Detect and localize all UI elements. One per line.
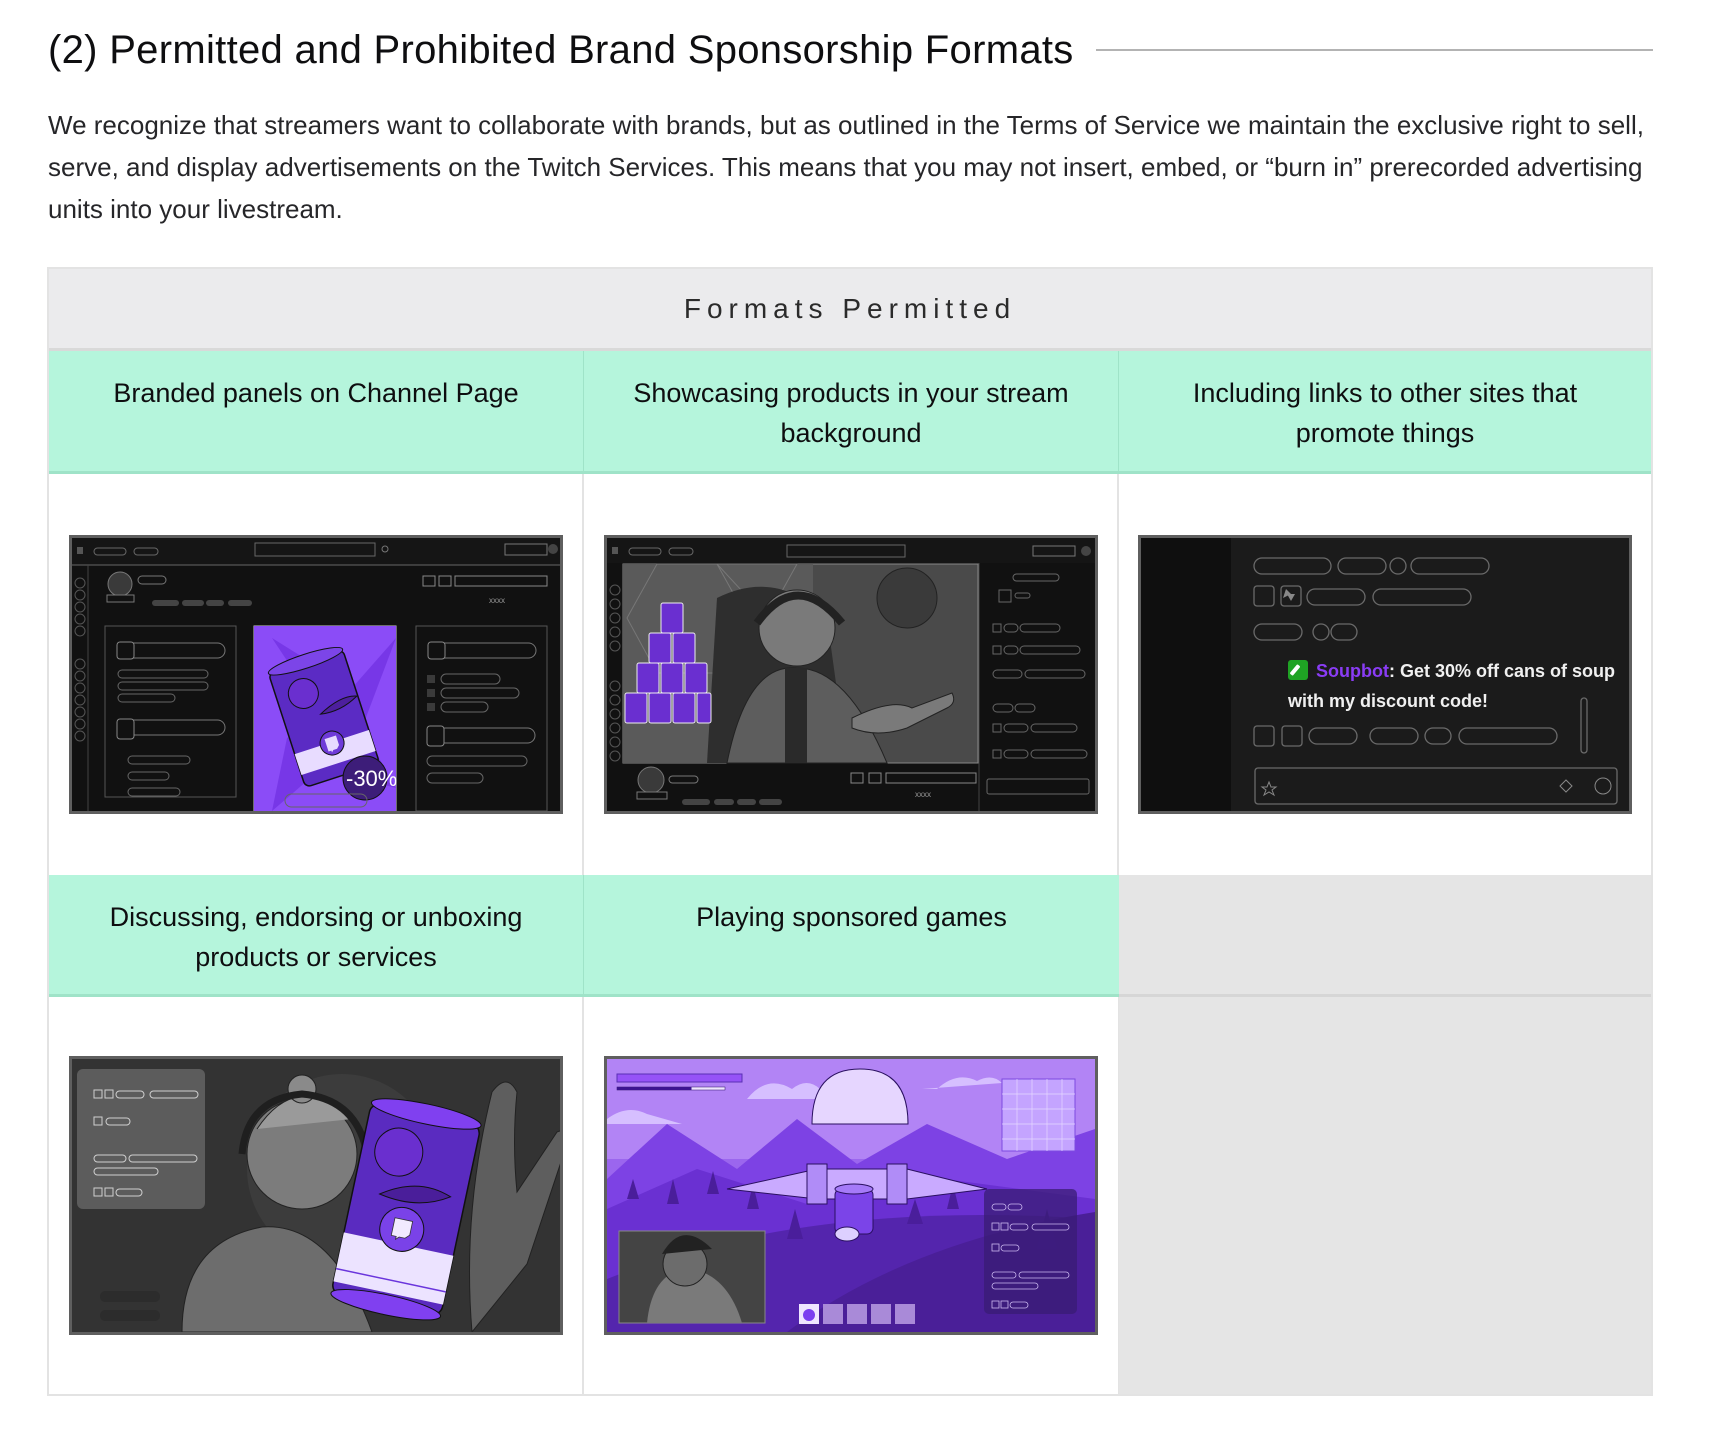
discount-badge: -30% — [346, 766, 397, 791]
heading-divider — [1095, 49, 1653, 51]
chat-message: Soupbot: Get 30% off cans of soup with m… — [1288, 656, 1628, 716]
format-header-including-links: Including links to other sites that prom… — [1119, 351, 1651, 474]
section-heading: (2) Permitted and Prohibited Brand Spons… — [48, 28, 1074, 72]
format-header-branded-panels: Branded panels on Channel Page — [49, 351, 584, 474]
format-label: Branded panels on Channel Page — [113, 378, 519, 408]
viewer-count: xxxx — [489, 596, 505, 605]
format-image-cell — [49, 997, 584, 1394]
format-label: Discussing, endorsing or unboxing produc… — [109, 902, 523, 972]
inventory-item-icon — [803, 1309, 815, 1321]
format-header-sponsored-games: Playing sponsored games — [584, 875, 1119, 997]
formats-permitted-table: Formats Permitted Branded panels on Chan… — [47, 267, 1653, 1396]
format-image-cell: Soupbot: Get 30% off cans of soup with m… — [1119, 474, 1651, 875]
health-bar-fill — [617, 1087, 692, 1090]
inventory-slot — [895, 1304, 915, 1324]
chat-separator: : — [1388, 661, 1400, 681]
sponsored-game-illustration — [604, 1056, 1098, 1335]
channel-page-illustration: xxxx -30% — [68, 535, 563, 814]
format-image-cell: xxxx — [584, 474, 1119, 875]
intro-paragraph: We recognize that streamers want to coll… — [48, 110, 1644, 224]
format-header-discussing-products: Discussing, endorsing or unboxing produc… — [49, 875, 584, 997]
unboxing-illustration — [68, 1056, 563, 1335]
stream-background-illustration: xxxx — [603, 535, 1098, 814]
moderator-badge-icon — [1288, 660, 1308, 680]
viewer-count: xxxx — [915, 790, 931, 799]
format-image-cell — [584, 997, 1119, 1394]
empty-image-cell — [1119, 997, 1651, 1394]
table-caption: Formats Permitted — [49, 269, 1651, 351]
empty-header-cell — [1119, 875, 1651, 997]
chat-link-illustration: Soupbot: Get 30% off cans of soup with m… — [1138, 535, 1632, 814]
twitch-logo-icon — [76, 547, 83, 554]
format-label: Showcasing products in your stream backg… — [633, 378, 1069, 448]
inventory-slot — [823, 1304, 843, 1324]
format-label: Playing sponsored games — [696, 902, 1007, 932]
format-header-showcasing-products: Showcasing products in your stream backg… — [584, 351, 1119, 474]
section-heading-row: (2) Permitted and Prohibited Brand Spons… — [48, 22, 1653, 78]
inventory-slot — [847, 1304, 867, 1324]
format-label: Including links to other sites that prom… — [1192, 378, 1578, 448]
format-image-cell: xxxx — [49, 474, 584, 875]
chat-username: Soupbot — [1316, 661, 1389, 681]
inventory-bar — [799, 1304, 915, 1324]
inventory-slot — [871, 1304, 891, 1324]
